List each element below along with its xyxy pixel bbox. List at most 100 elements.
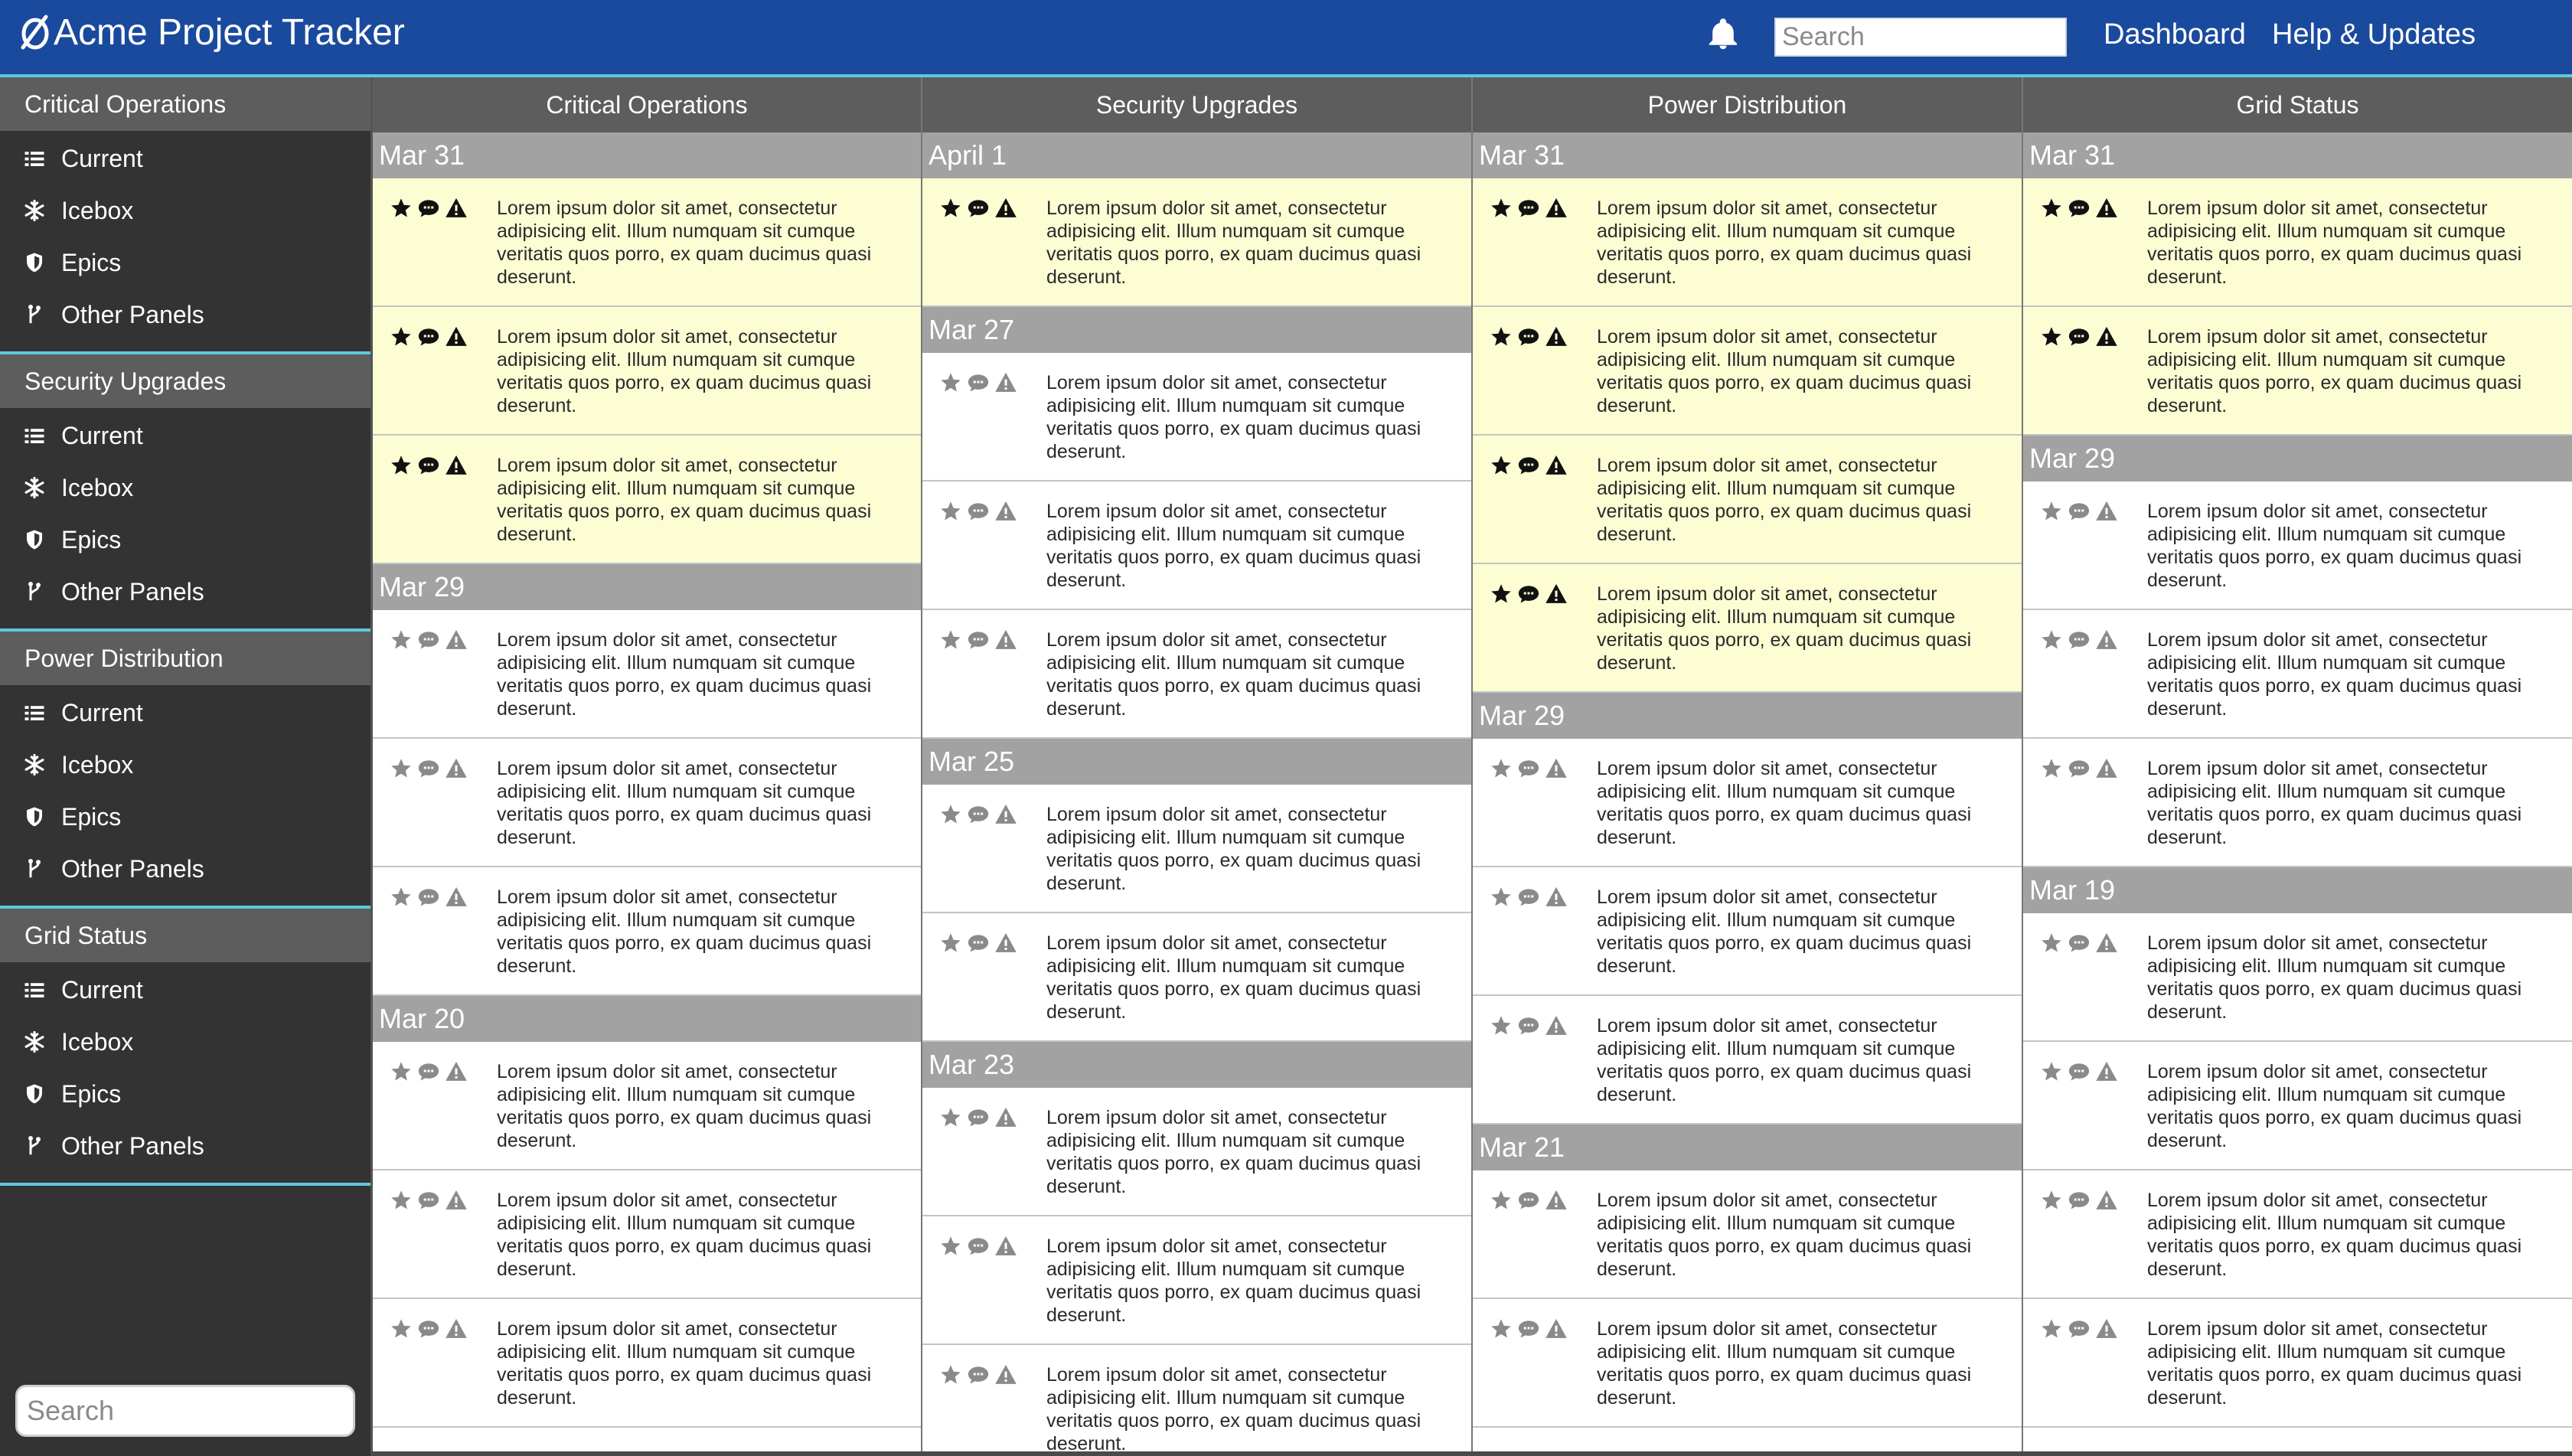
story-card[interactable]: Lorem ipsum dolor sit amet, consectetur … bbox=[2023, 307, 2572, 436]
warning-icon[interactable] bbox=[445, 757, 468, 780]
warning-icon[interactable] bbox=[1545, 454, 1568, 477]
story-card[interactable]: Lorem ipsum dolor sit amet, consectetur … bbox=[1473, 1299, 2022, 1428]
sidebar-item-current[interactable]: Current bbox=[0, 687, 370, 739]
comment-icon[interactable] bbox=[1517, 454, 1540, 477]
star-icon[interactable] bbox=[390, 1060, 413, 1083]
sidebar-item-icebox[interactable]: Icebox bbox=[0, 184, 370, 237]
comment-icon[interactable] bbox=[2068, 932, 2091, 955]
comment-icon[interactable] bbox=[1517, 583, 1540, 606]
comment-icon[interactable] bbox=[967, 932, 990, 955]
star-icon[interactable] bbox=[1490, 1189, 1513, 1212]
warning-icon[interactable] bbox=[1545, 1014, 1568, 1037]
warning-icon[interactable] bbox=[445, 197, 468, 220]
star-icon[interactable] bbox=[390, 757, 413, 780]
star-icon[interactable] bbox=[390, 628, 413, 651]
star-icon[interactable] bbox=[939, 500, 962, 523]
warning-icon[interactable] bbox=[1545, 1189, 1568, 1212]
comment-icon[interactable] bbox=[2068, 1060, 2091, 1083]
story-card[interactable]: Lorem ipsum dolor sit amet, consectetur … bbox=[1473, 178, 2022, 307]
comment-icon[interactable] bbox=[1517, 325, 1540, 348]
warning-icon[interactable] bbox=[445, 1189, 468, 1212]
story-card[interactable]: Lorem ipsum dolor sit amet, consectetur … bbox=[1473, 1170, 2022, 1299]
story-card[interactable]: Lorem ipsum dolor sit amet, consectetur … bbox=[2023, 1042, 2572, 1170]
star-icon[interactable] bbox=[939, 628, 962, 651]
comment-icon[interactable] bbox=[967, 628, 990, 651]
sidebar-item-epics[interactable]: Epics bbox=[0, 237, 370, 289]
star-icon[interactable] bbox=[2040, 325, 2063, 348]
comment-icon[interactable] bbox=[2068, 628, 2091, 651]
comment-icon[interactable] bbox=[2068, 1189, 2091, 1212]
star-icon[interactable] bbox=[390, 1189, 413, 1212]
warning-icon[interactable] bbox=[994, 197, 1017, 220]
comment-icon[interactable] bbox=[417, 325, 440, 348]
star-icon[interactable] bbox=[939, 803, 962, 826]
star-icon[interactable] bbox=[1490, 757, 1513, 780]
star-icon[interactable] bbox=[2040, 757, 2063, 780]
nav-link-help-updates[interactable]: Help & Updates bbox=[2272, 18, 2476, 51]
star-icon[interactable] bbox=[390, 197, 413, 220]
star-icon[interactable] bbox=[2040, 1189, 2063, 1212]
sidebar-item-icebox[interactable]: Icebox bbox=[0, 462, 370, 514]
story-card[interactable]: Lorem ipsum dolor sit amet, consectetur … bbox=[373, 178, 921, 307]
star-icon[interactable] bbox=[2040, 932, 2063, 955]
comment-icon[interactable] bbox=[967, 500, 990, 523]
star-icon[interactable] bbox=[390, 886, 413, 909]
star-icon[interactable] bbox=[1490, 886, 1513, 909]
story-card[interactable]: Lorem ipsum dolor sit amet, consectetur … bbox=[922, 785, 1471, 913]
sidebar-group-title[interactable]: Grid Status bbox=[0, 909, 370, 962]
story-card[interactable]: Lorem ipsum dolor sit amet, consectetur … bbox=[922, 610, 1471, 739]
comment-icon[interactable] bbox=[1517, 886, 1540, 909]
warning-icon[interactable] bbox=[2095, 197, 2118, 220]
story-card[interactable]: Lorem ipsum dolor sit amet, consectetur … bbox=[2023, 1170, 2572, 1299]
story-card[interactable]: Lorem ipsum dolor sit amet, consectetur … bbox=[922, 1088, 1471, 1216]
sidebar-search-input[interactable] bbox=[15, 1385, 355, 1437]
story-card[interactable]: Lorem ipsum dolor sit amet, consectetur … bbox=[373, 739, 921, 867]
sidebar-item-epics[interactable]: Epics bbox=[0, 514, 370, 566]
comment-icon[interactable] bbox=[417, 757, 440, 780]
star-icon[interactable] bbox=[1490, 454, 1513, 477]
star-icon[interactable] bbox=[2040, 1317, 2063, 1340]
story-card[interactable]: Lorem ipsum dolor sit amet, consectetur … bbox=[1473, 564, 2022, 693]
story-card[interactable]: Lorem ipsum dolor sit amet, consectetur … bbox=[1473, 436, 2022, 564]
comment-icon[interactable] bbox=[1517, 1317, 1540, 1340]
top-search-input[interactable] bbox=[1774, 18, 2067, 57]
warning-icon[interactable] bbox=[1545, 197, 1568, 220]
sidebar-item-other-panels[interactable]: Other Panels bbox=[0, 1120, 370, 1172]
story-card[interactable]: Lorem ipsum dolor sit amet, consectetur … bbox=[922, 1345, 1471, 1456]
story-card[interactable]: Lorem ipsum dolor sit amet, consectetur … bbox=[2023, 739, 2572, 867]
comment-icon[interactable] bbox=[417, 1189, 440, 1212]
sidebar-item-current[interactable]: Current bbox=[0, 410, 370, 462]
star-icon[interactable] bbox=[2040, 628, 2063, 651]
warning-icon[interactable] bbox=[994, 1235, 1017, 1258]
warning-icon[interactable] bbox=[445, 1060, 468, 1083]
story-card[interactable]: Lorem ipsum dolor sit amet, consectetur … bbox=[2023, 913, 2572, 1042]
comment-icon[interactable] bbox=[417, 1060, 440, 1083]
warning-icon[interactable] bbox=[2095, 325, 2118, 348]
warning-icon[interactable] bbox=[2095, 932, 2118, 955]
comment-icon[interactable] bbox=[967, 197, 990, 220]
warning-icon[interactable] bbox=[994, 1106, 1017, 1129]
star-icon[interactable] bbox=[939, 1106, 962, 1129]
star-icon[interactable] bbox=[939, 197, 962, 220]
sidebar-item-epics[interactable]: Epics bbox=[0, 791, 370, 843]
warning-icon[interactable] bbox=[994, 1363, 1017, 1386]
story-card[interactable]: Lorem ipsum dolor sit amet, consectetur … bbox=[922, 1216, 1471, 1345]
warning-icon[interactable] bbox=[994, 371, 1017, 394]
story-card[interactable]: Lorem ipsum dolor sit amet, consectetur … bbox=[922, 178, 1471, 307]
warning-icon[interactable] bbox=[2095, 628, 2118, 651]
comment-icon[interactable] bbox=[2068, 325, 2091, 348]
column-title[interactable]: Power Distribution bbox=[1473, 77, 2022, 132]
warning-icon[interactable] bbox=[1545, 583, 1568, 606]
comment-icon[interactable] bbox=[967, 803, 990, 826]
star-icon[interactable] bbox=[2040, 1060, 2063, 1083]
comment-icon[interactable] bbox=[417, 1317, 440, 1340]
comment-icon[interactable] bbox=[2068, 197, 2091, 220]
comment-icon[interactable] bbox=[417, 628, 440, 651]
story-card[interactable]: Lorem ipsum dolor sit amet, consectetur … bbox=[2023, 610, 2572, 739]
sidebar-item-current[interactable]: Current bbox=[0, 132, 370, 184]
sidebar-item-current[interactable]: Current bbox=[0, 964, 370, 1016]
warning-icon[interactable] bbox=[2095, 1060, 2118, 1083]
comment-icon[interactable] bbox=[1517, 1014, 1540, 1037]
story-card[interactable]: Lorem ipsum dolor sit amet, consectetur … bbox=[1473, 867, 2022, 996]
star-icon[interactable] bbox=[939, 932, 962, 955]
